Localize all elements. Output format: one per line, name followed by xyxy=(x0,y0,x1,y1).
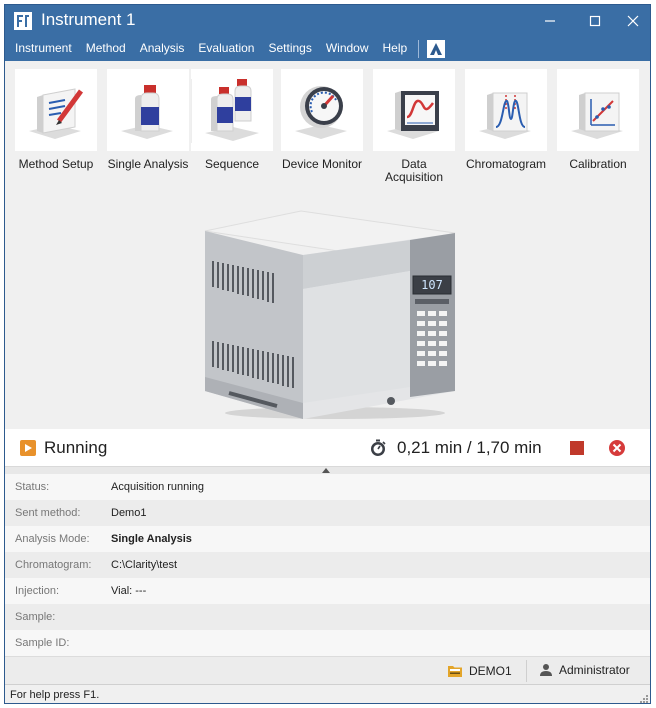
stop-button[interactable] xyxy=(569,440,585,456)
project-folder-icon xyxy=(448,666,462,677)
info-label: Chromatogram: xyxy=(15,559,92,571)
calibration-label: Calibration xyxy=(569,157,627,171)
info-row-sample: Sample: xyxy=(5,604,650,630)
info-label: Sample: xyxy=(15,611,56,623)
project-indicator[interactable]: DEMO1 xyxy=(447,663,512,679)
data-acquisition-icon xyxy=(387,91,439,139)
info-value: C:\Clarity\test xyxy=(111,559,178,571)
minimize-button[interactable] xyxy=(530,5,570,36)
single-analysis-label: Single Analysis xyxy=(107,157,189,171)
menu-analysis[interactable]: Analysis xyxy=(133,36,192,61)
collapse-arrow-icon[interactable] xyxy=(322,467,330,473)
menu-help[interactable]: Help xyxy=(376,36,415,61)
single-analysis-icon xyxy=(121,85,173,139)
user-name: Administrator xyxy=(559,663,630,677)
device-monitor-button[interactable]: Device Monitor xyxy=(281,69,363,189)
chromatogram-icon xyxy=(479,92,531,139)
help-status-bar: For help press F1. xyxy=(5,684,650,703)
single-analysis-button[interactable]: Single Analysis xyxy=(107,69,189,189)
calibration-button[interactable]: Calibration xyxy=(557,69,639,189)
menu-window[interactable]: Window xyxy=(319,36,376,61)
run-status-bar: Running 0,21 min / 1,70 min xyxy=(5,429,650,467)
minimize-icon xyxy=(545,19,555,22)
info-row-chromatogram: Chromatogram: C:\Clarity\test xyxy=(5,552,650,578)
info-value: Single Analysis xyxy=(111,533,192,545)
resize-grip-icon[interactable] xyxy=(638,693,648,703)
device-monitor-label: Device Monitor xyxy=(281,157,363,171)
menu-separator xyxy=(418,39,420,58)
clarity-app-icon xyxy=(14,12,32,30)
chromatogram-button[interactable]: Chromatogram xyxy=(465,69,547,189)
window-title: Instrument 1 xyxy=(41,10,136,29)
help-text: For help press F1. xyxy=(10,689,100,701)
info-label: Analysis Mode: xyxy=(15,533,90,545)
title-bar[interactable]: Instrument 1 xyxy=(5,5,650,36)
method-setup-label: Method Setup xyxy=(18,157,94,171)
panel-splitter[interactable] xyxy=(5,467,650,474)
running-icon xyxy=(20,440,36,456)
project-name: DEMO1 xyxy=(469,664,512,678)
info-value: Acquisition running xyxy=(111,481,204,493)
chromatogram-label: Chromatogram xyxy=(465,157,547,171)
sequence-label: Sequence xyxy=(204,157,260,171)
info-value: Vial: --- xyxy=(111,585,147,597)
info-row-sent-method: Sent method: Demo1 xyxy=(5,500,650,526)
maximize-button[interactable] xyxy=(575,5,615,36)
vendor-logo-icon[interactable] xyxy=(427,39,446,58)
maximize-icon xyxy=(589,15,601,26)
calibration-icon xyxy=(571,92,623,139)
menu-evaluation[interactable]: Evaluation xyxy=(191,36,261,61)
info-label: Status: xyxy=(15,481,50,493)
menu-method[interactable]: Method xyxy=(79,36,133,61)
sequence-icon xyxy=(191,79,259,143)
instrument-illustration: 107 xyxy=(5,191,650,429)
info-label: Sent method: xyxy=(15,507,81,519)
info-row-analysis-mode: Analysis Mode: Single Analysis xyxy=(5,526,650,552)
gas-chromatograph-image: 107 xyxy=(204,210,456,419)
device-monitor-icon xyxy=(295,86,347,139)
info-row-injection: Injection: Vial: --- xyxy=(5,578,650,604)
menu-bar: Instrument Method Analysis Evaluation Se… xyxy=(5,36,650,61)
data-acquisition-label: Data Acquisition xyxy=(384,157,444,184)
abort-button[interactable] xyxy=(608,439,626,457)
info-value: Demo1 xyxy=(111,507,147,519)
footer-separator xyxy=(526,660,527,682)
method-setup-button[interactable]: Method Setup xyxy=(15,69,97,189)
close-button[interactable] xyxy=(613,5,650,36)
instrument-display: 107 xyxy=(421,278,443,292)
info-row-status: Status: Acquisition running xyxy=(5,474,650,500)
info-label: Injection: xyxy=(15,585,60,597)
user-indicator[interactable]: Administrator xyxy=(539,663,630,677)
info-row-sample-id: Sample ID: xyxy=(5,630,650,656)
instrument-window: Instrument 1 Instrument Method Analysis … xyxy=(4,4,651,704)
main-toolbar: Method Setup Single Analysis Sequence De… xyxy=(5,61,650,191)
close-icon xyxy=(627,15,639,26)
run-state: Running xyxy=(44,438,108,457)
method-setup-icon xyxy=(29,88,84,139)
stopwatch-icon xyxy=(371,439,386,456)
status-info-table: Status: Acquisition running Sent method:… xyxy=(5,474,650,656)
menu-settings[interactable]: Settings xyxy=(261,36,318,61)
sequence-button[interactable]: Sequence xyxy=(191,69,273,189)
info-label: Sample ID: xyxy=(15,637,70,649)
user-icon xyxy=(540,664,552,676)
data-acquisition-button[interactable]: Data Acquisition xyxy=(373,69,455,189)
footer-bar: DEMO1 Administrator xyxy=(5,656,650,684)
run-time: 0,21 min / 1,70 min xyxy=(397,438,542,457)
menu-instrument[interactable]: Instrument xyxy=(8,36,79,61)
